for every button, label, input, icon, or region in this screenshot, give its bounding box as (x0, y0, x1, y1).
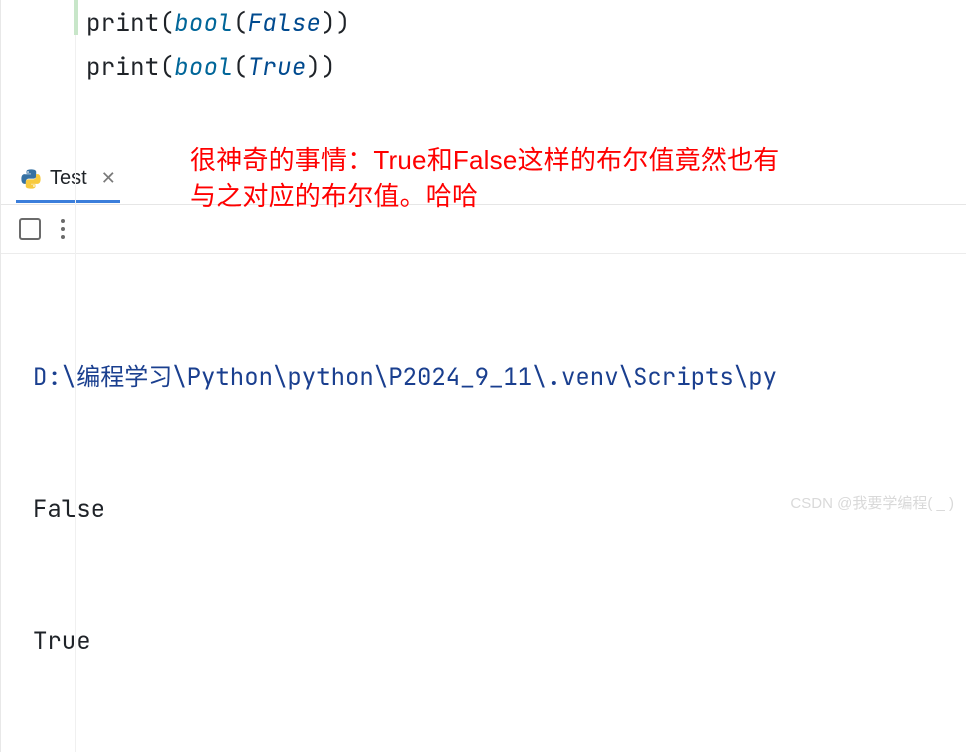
code-line[interactable]: print(bool(False)) (86, 2, 966, 46)
run-command-path: D:\编程学习\Python\python\P2024_9_11\.venv\S… (33, 356, 966, 400)
output-line: True (33, 620, 966, 664)
constant: False (248, 8, 322, 39)
builtin-call: bool (174, 8, 233, 39)
annotation-line: 与之对应的布尔值。哈哈 (190, 178, 779, 214)
function-call: print (86, 52, 160, 83)
builtin-call: bool (174, 52, 233, 83)
vcs-change-marker (74, 0, 78, 35)
watermark: CSDN @我要学编程( _ ) (790, 492, 954, 513)
code-editor[interactable]: print(bool(False)) print(bool(True)) 很神奇… (0, 0, 966, 752)
user-annotation: 很神奇的事情：True和False这样的布尔值竟然也有 与之对应的布尔值。哈哈 (190, 142, 779, 214)
code-content[interactable]: print(bool(False)) print(bool(True)) (1, 0, 966, 90)
annotation-line: 很神奇的事情：True和False这样的布尔值竟然也有 (190, 142, 779, 178)
code-line[interactable]: print(bool(True)) (86, 46, 966, 90)
line-gutter (1, 0, 76, 752)
constant: True (248, 52, 307, 83)
close-icon[interactable]: ✕ (95, 168, 116, 189)
function-call: print (86, 8, 160, 39)
